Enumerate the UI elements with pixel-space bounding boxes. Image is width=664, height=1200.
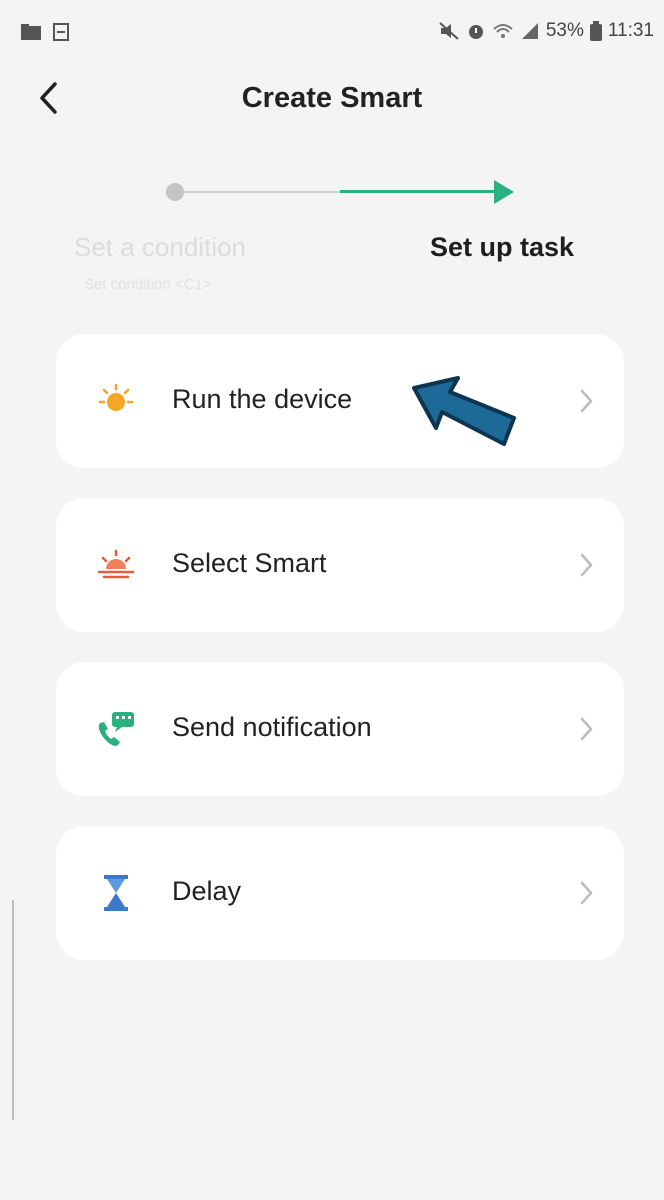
step-arrow-icon [494, 180, 514, 204]
mute-icon [438, 21, 460, 41]
sun-icon [94, 379, 138, 423]
task-label: Send notification [172, 712, 372, 742]
task-run-device[interactable]: Run the device [56, 334, 624, 468]
step-dot [166, 183, 184, 201]
chevron-right-icon [580, 881, 593, 905]
battery-percent: 53% [545, 20, 584, 41]
task-label: Delay [172, 876, 242, 906]
folder-icon [20, 23, 42, 46]
sunrise-icon [94, 543, 138, 587]
alarm-icon [466, 21, 486, 41]
phone-message-icon [94, 707, 138, 751]
task-delay[interactable]: Delay [56, 826, 624, 960]
battery-icon [589, 21, 602, 41]
chevron-right-icon [580, 389, 593, 413]
status-bar: 53% 11:31 [0, 0, 664, 66]
chevron-right-icon [580, 553, 593, 577]
task-select-smart[interactable]: Select Smart [56, 498, 624, 632]
header: Create Smart [0, 66, 664, 130]
task-send-notification[interactable]: Send notification [56, 662, 624, 796]
chevron-right-icon [580, 717, 593, 741]
task-label: Select Smart [172, 548, 327, 578]
task-label: Run the device [172, 384, 353, 414]
step-line-completed [176, 191, 340, 193]
step-line-active [340, 190, 498, 193]
status-left-icons [20, 22, 70, 47]
signal-icon [520, 21, 540, 41]
step-2-label: Set up task [430, 232, 575, 262]
clock: 11:31 [607, 20, 654, 41]
annotation-arrow-icon [412, 376, 516, 446]
step-1-sublabel: Set condition <C1> [84, 276, 212, 293]
step-1-label[interactable]: Set a condition [74, 232, 246, 263]
task-list: Run the device Select Smart Send notific… [56, 334, 624, 990]
edge-divider [12, 900, 14, 1120]
status-right-icons: 53% 11:31 [438, 20, 654, 42]
screenshot-icon [52, 22, 70, 47]
stepper: Set a condition Set condition <C1> Set u… [0, 168, 664, 308]
hourglass-icon [94, 871, 138, 915]
wifi-icon [492, 21, 514, 41]
page-title: Create Smart [241, 82, 423, 114]
